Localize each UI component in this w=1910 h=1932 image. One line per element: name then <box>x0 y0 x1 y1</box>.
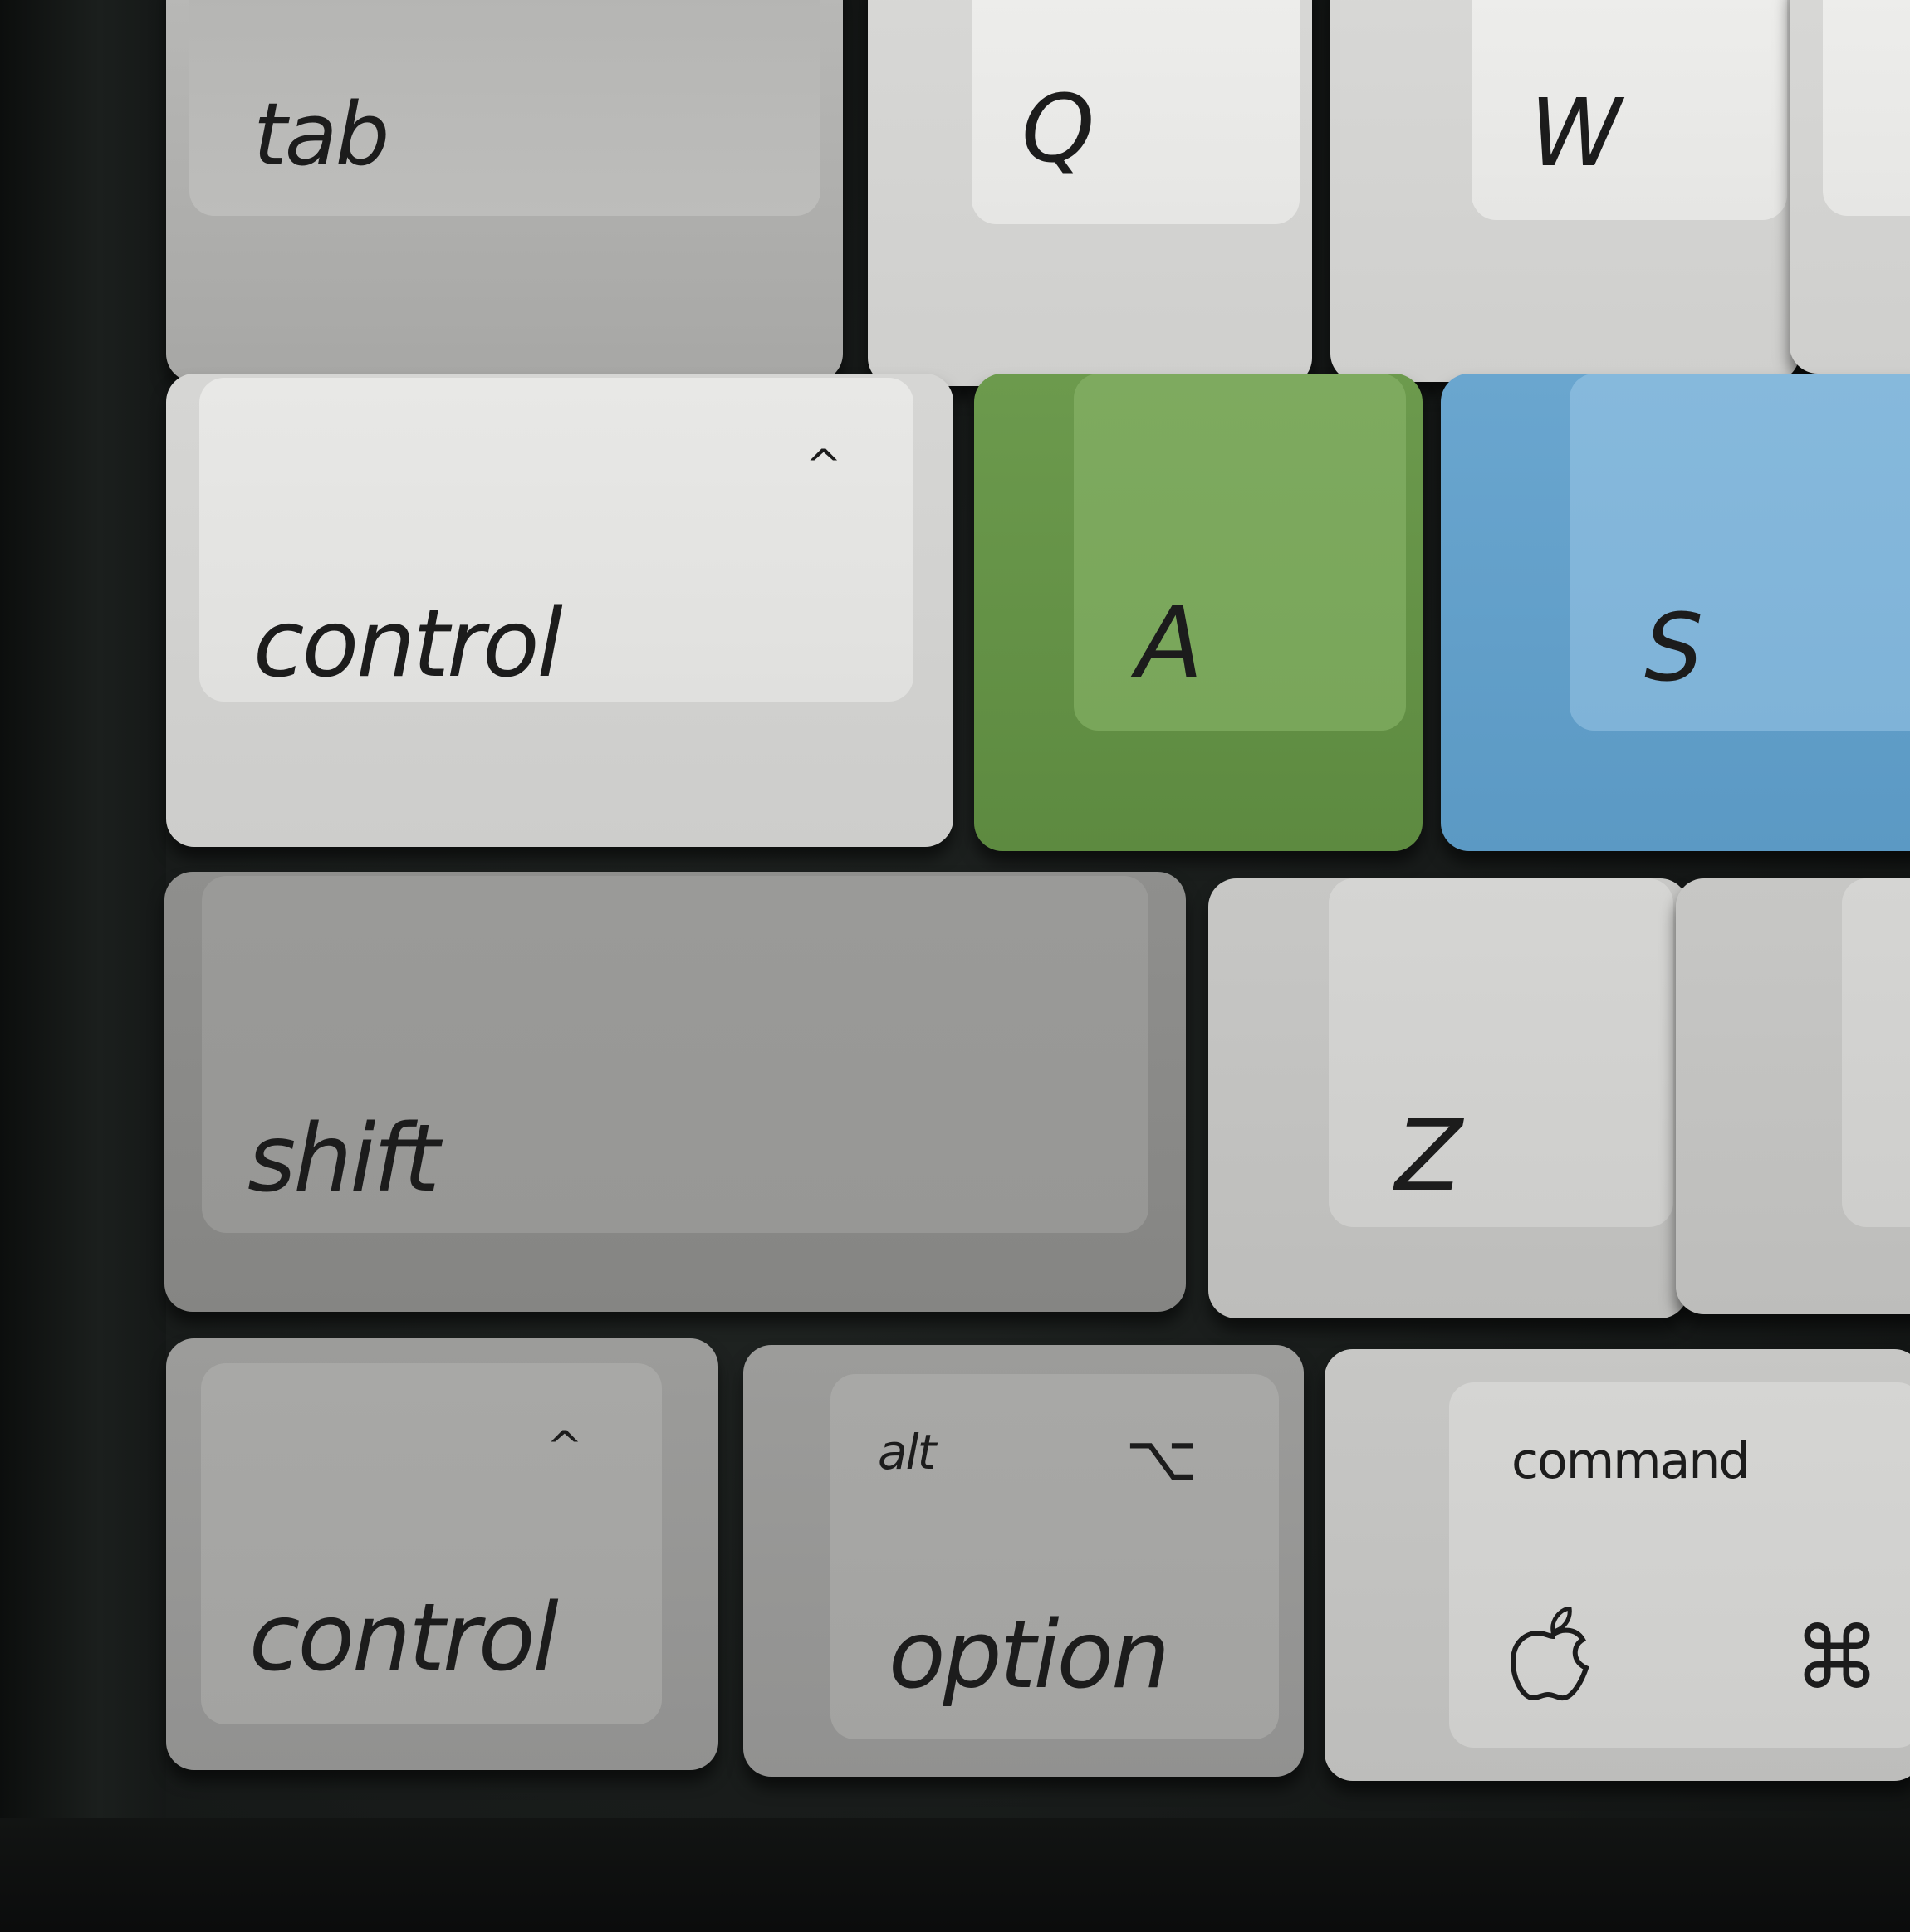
key-e-partial[interactable] <box>1790 0 1910 374</box>
key-control-bottom[interactable]: ^ control <box>166 1338 718 1770</box>
caret-icon: ^ <box>546 1422 583 1472</box>
key-s[interactable]: S <box>1441 374 1910 851</box>
key-option-sublabel: alt <box>878 1424 936 1480</box>
option-symbol-icon: ⌥ <box>1125 1421 1198 1494</box>
key-a-label: A <box>1136 585 1203 700</box>
key-option[interactable]: alt ⌥ option <box>743 1345 1304 1777</box>
key-w-label: W <box>1530 80 1622 188</box>
keyboard-case-left <box>0 0 166 1932</box>
key-command[interactable]: command ⌘ <box>1325 1349 1910 1781</box>
command-symbol-icon: ⌘ <box>1794 1607 1880 1709</box>
key-s-top <box>1570 374 1910 731</box>
key-e-partial-top <box>1823 0 1910 216</box>
caret-icon: ^ <box>806 441 842 491</box>
key-x-partial-top <box>1842 878 1910 1227</box>
apple-logo-icon <box>1511 1607 1589 1701</box>
key-a[interactable]: A <box>974 374 1423 851</box>
keyboard-photo: tab Q W ^ control A S shift Z ^ control … <box>0 0 1910 1932</box>
key-a-top <box>1074 374 1406 731</box>
key-shift[interactable]: shift <box>164 872 1186 1312</box>
key-w-top <box>1472 0 1787 220</box>
key-q[interactable]: Q <box>868 0 1312 386</box>
keyboard-case-bottom <box>0 1818 1910 1932</box>
key-z[interactable]: Z <box>1208 878 1688 1318</box>
key-z-label: Z <box>1395 1098 1462 1213</box>
key-z-top <box>1329 878 1673 1227</box>
key-x-partial[interactable] <box>1676 878 1910 1314</box>
key-shift-label: shift <box>247 1105 440 1213</box>
key-control-home-row[interactable]: ^ control <box>166 374 953 847</box>
key-w[interactable]: W <box>1330 0 1800 382</box>
key-command-label: command <box>1511 1432 1750 1490</box>
key-tab-label: tab <box>253 84 390 185</box>
key-q-label: Q <box>1021 76 1095 183</box>
key-tab[interactable]: tab <box>166 0 843 382</box>
key-control-bottom-label: control <box>249 1584 559 1692</box>
key-option-label: option <box>889 1602 1170 1709</box>
key-s-label: S <box>1644 594 1704 702</box>
key-control-home-row-label: control <box>253 590 563 698</box>
